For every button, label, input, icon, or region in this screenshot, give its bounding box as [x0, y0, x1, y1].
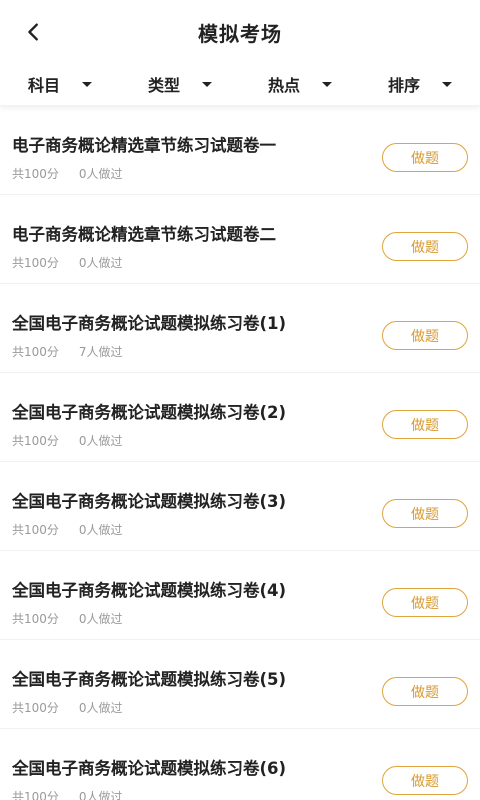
paper-count: 0人做过 [78, 701, 123, 715]
header: 模拟考场 [0, 0, 480, 62]
paper-count: 0人做过 [78, 167, 123, 181]
filter-sort[interactable]: 排序 [360, 62, 480, 105]
paper-score: 共100分 [12, 523, 59, 537]
paper-title: 全国电子商务概论试题模拟练习卷(2) [12, 403, 287, 422]
paper-meta: 共100分 0人做过 [12, 788, 123, 800]
paper-title: 全国电子商务概论试题模拟练习卷(1) [12, 314, 287, 333]
chevron-left-icon [28, 23, 38, 41]
paper-title: 全国电子商务概论试题模拟练习卷(4) [12, 581, 287, 600]
caret-down-icon [322, 82, 332, 87]
caret-down-icon [82, 82, 92, 87]
do-exam-button[interactable]: 做题 [382, 410, 468, 439]
list-item: 全国电子商务概论试题模拟练习卷(2) 共100分 0人做过 做题 [0, 373, 480, 462]
do-exam-button[interactable]: 做题 [382, 499, 468, 528]
paper-score: 共100分 [12, 167, 59, 181]
app-root: 模拟考场 科目 类型 热点 排序 电子商务概论精选章节练习试题卷一 共100分 … [0, 0, 480, 800]
paper-meta: 共100分 0人做过 [12, 699, 123, 716]
do-exam-button[interactable]: 做题 [382, 321, 468, 350]
do-exam-button[interactable]: 做题 [382, 588, 468, 617]
paper-title: 电子商务概论精选章节练习试题卷一 [12, 136, 276, 155]
do-exam-button[interactable]: 做题 [382, 232, 468, 261]
paper-score: 共100分 [12, 434, 59, 448]
filter-bar: 科目 类型 热点 排序 [0, 62, 480, 106]
paper-count: 0人做过 [78, 434, 123, 448]
list-item: 全国电子商务概论试题模拟练习卷(4) 共100分 0人做过 做题 [0, 551, 480, 640]
paper-count: 0人做过 [78, 790, 123, 800]
paper-count: 0人做过 [78, 523, 123, 537]
filter-subject[interactable]: 科目 [0, 62, 120, 105]
paper-title: 电子商务概论精选章节练习试题卷二 [12, 225, 276, 244]
paper-count: 0人做过 [78, 256, 123, 270]
paper-title: 全国电子商务概论试题模拟练习卷(5) [12, 670, 287, 689]
paper-score: 共100分 [12, 612, 59, 626]
filter-label: 排序 [387, 75, 420, 95]
caret-down-icon [202, 82, 212, 87]
paper-score: 共100分 [12, 701, 59, 715]
list-item: 全国电子商务概论试题模拟练习卷(1) 共100分 7人做过 做题 [0, 284, 480, 373]
paper-meta: 共100分 0人做过 [12, 254, 123, 271]
list-item: 全国电子商务概论试题模拟练习卷(6) 共100分 0人做过 做题 [0, 729, 480, 800]
paper-score: 共100分 [12, 256, 59, 270]
filter-hot[interactable]: 热点 [240, 62, 360, 105]
filter-label: 科目 [27, 75, 60, 95]
paper-title: 全国电子商务概论试题模拟练习卷(3) [12, 492, 287, 511]
paper-count: 7人做过 [78, 345, 123, 359]
page-title: 模拟考场 [198, 21, 282, 46]
list-item: 电子商务概论精选章节练习试题卷一 共100分 0人做过 做题 [0, 106, 480, 195]
list-item: 全国电子商务概论试题模拟练习卷(5) 共100分 0人做过 做题 [0, 640, 480, 729]
paper-meta: 共100分 0人做过 [12, 432, 123, 449]
paper-meta: 共100分 0人做过 [12, 165, 123, 182]
paper-title: 全国电子商务概论试题模拟练习卷(6) [12, 759, 287, 778]
paper-meta: 共100分 0人做过 [12, 610, 123, 627]
filter-label: 类型 [147, 75, 180, 95]
paper-meta: 共100分 7人做过 [12, 343, 123, 360]
list-item: 电子商务概论精选章节练习试题卷二 共100分 0人做过 做题 [0, 195, 480, 284]
back-button[interactable] [14, 14, 54, 50]
filter-label: 热点 [267, 75, 300, 95]
paper-meta: 共100分 0人做过 [12, 521, 123, 538]
caret-down-icon [442, 82, 452, 87]
paper-count: 0人做过 [78, 612, 123, 626]
filter-type[interactable]: 类型 [120, 62, 240, 105]
paper-score: 共100分 [12, 345, 59, 359]
do-exam-button[interactable]: 做题 [382, 766, 468, 795]
paper-list: 电子商务概论精选章节练习试题卷一 共100分 0人做过 做题 电子商务概论精选章… [0, 106, 480, 800]
list-item: 全国电子商务概论试题模拟练习卷(3) 共100分 0人做过 做题 [0, 462, 480, 551]
do-exam-button[interactable]: 做题 [382, 677, 468, 706]
paper-score: 共100分 [12, 790, 59, 800]
do-exam-button[interactable]: 做题 [382, 143, 468, 172]
